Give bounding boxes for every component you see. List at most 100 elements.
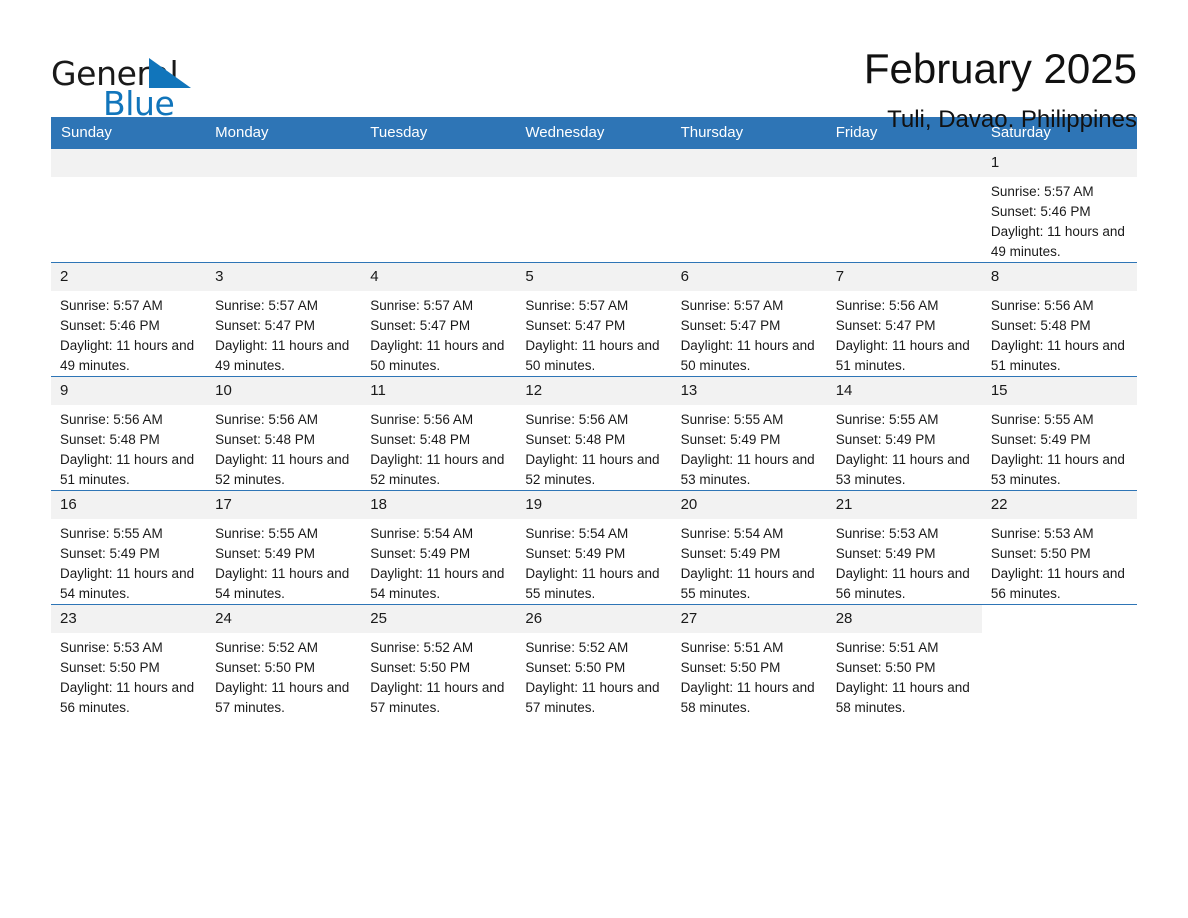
sunrise-text: Sunrise: 5:57 AM bbox=[370, 298, 474, 313]
daylight-text: Daylight: 11 hours and 50 minutes. bbox=[680, 338, 815, 373]
calendar-day-cell[interactable]: 9 Sunrise: 5:56 AM Sunset: 5:48 PM Daylight… bbox=[51, 376, 207, 491]
calendar-day-cell[interactable]: 24 Sunrise: 5:52 AM Sunset: 5:50 PM Dayligh… bbox=[206, 604, 362, 718]
sunset-text: Sunset: 5:47 PM bbox=[370, 318, 471, 333]
sunset-text: Sunset: 5:48 PM bbox=[215, 432, 315, 447]
weekday-header-tuesday: Tuesday bbox=[361, 117, 517, 149]
calendar-day-cell[interactable]: 13 Sunrise: 5:55 AM Sunset: 5:49 PM Dayligh… bbox=[671, 376, 827, 491]
sunset-text: Sunset: 5:49 PM bbox=[60, 546, 160, 561]
sunset-text: Sunset: 5:46 PM bbox=[60, 318, 160, 333]
daylight-text: Daylight: 11 hours and 53 minutes. bbox=[835, 452, 970, 487]
daylight-text: Daylight: 11 hours and 49 minutes. bbox=[215, 338, 350, 373]
daylight-text: Daylight: 11 hours and 58 minutes. bbox=[680, 680, 815, 715]
calendar-day-cell[interactable]: 23 Sunrise: 5:53 AM Sunset: 5:50 PM Dayligh… bbox=[51, 604, 207, 718]
calendar-day-cell[interactable]: 17 Sunrise: 5:55 AM Sunset: 5:49 PM Dayligh… bbox=[206, 490, 362, 605]
calendar-day-cell[interactable]: 6 Sunrise: 5:57 AM Sunset: 5:47 PM Daylight… bbox=[671, 262, 827, 377]
page-header: General Blue February 2025 Tuli, Davao, … bbox=[51, 0, 1137, 133]
calendar-cell-empty bbox=[361, 148, 517, 263]
sunrise-text: Sunrise: 5:52 AM bbox=[525, 640, 629, 655]
calendar-day-cell[interactable]: 26 Sunrise: 5:52 AM Sunset: 5:50 PM Dayligh… bbox=[516, 604, 672, 718]
sunrise-text: Sunrise: 5:57 AM bbox=[680, 298, 784, 313]
sunset-text: Sunset: 5:49 PM bbox=[990, 432, 1091, 447]
sunset-text: Sunset: 5:48 PM bbox=[990, 318, 1091, 333]
sunset-text: Sunset: 5:50 PM bbox=[835, 660, 936, 675]
daylight-text: Daylight: 11 hours and 57 minutes. bbox=[215, 680, 350, 715]
day-number: 21 bbox=[826, 491, 982, 519]
sunset-text: Sunset: 5:48 PM bbox=[525, 432, 626, 447]
general-blue-logo[interactable]: General Blue bbox=[51, 44, 201, 123]
sunset-text: Sunset: 5:49 PM bbox=[835, 546, 936, 561]
day-number: 25 bbox=[361, 605, 517, 633]
daylight-text: Daylight: 11 hours and 54 minutes. bbox=[60, 566, 195, 601]
calendar-day-cell[interactable]: 4 Sunrise: 5:57 AM Sunset: 5:47 PM Daylight… bbox=[361, 262, 517, 377]
calendar-day-cell[interactable]: 15 Sunrise: 5:55 AM Sunset: 5:49 PM Dayligh… bbox=[981, 376, 1137, 491]
sunrise-text: Sunrise: 5:56 AM bbox=[215, 412, 318, 427]
day-number: 28 bbox=[826, 605, 982, 633]
calendar-day-cell[interactable]: 8 Sunrise: 5:56 AM Sunset: 5:48 PM Daylight… bbox=[981, 262, 1137, 377]
calendar-day-cell[interactable]: 10 Sunrise: 5:56 AM Sunset: 5:48 PM Dayligh… bbox=[206, 376, 362, 491]
sunset-text: Sunset: 5:50 PM bbox=[370, 660, 471, 675]
calendar-day-cell[interactable]: 7 Sunrise: 5:56 AM Sunset: 5:47 PM Daylight… bbox=[826, 262, 982, 377]
day-number: 15 bbox=[981, 377, 1137, 405]
calendar-day-cell[interactable]: 20 Sunrise: 5:54 AM Sunset: 5:49 PM Dayligh… bbox=[671, 490, 827, 605]
calendar-day-cell[interactable]: 27 Sunrise: 5:51 AM Sunset: 5:50 PM Dayligh… bbox=[671, 604, 827, 718]
calendar-cell-empty bbox=[516, 148, 672, 263]
calendar-cell-empty bbox=[981, 604, 1137, 718]
day-sun-info: Sunrise: 5:56 AM Sunset: 5:48 PM Daylight:… bbox=[516, 405, 671, 490]
sunset-text: Sunset: 5:50 PM bbox=[990, 546, 1091, 561]
calendar-day-cell[interactable]: 22 Sunrise: 5:53 AM Sunset: 5:50 PM Dayligh… bbox=[981, 490, 1137, 605]
day-number: 26 bbox=[516, 605, 672, 633]
sunrise-text: Sunrise: 5:53 AM bbox=[835, 526, 939, 541]
day-sun-info: Sunrise: 5:54 AM Sunset: 5:49 PM Daylight:… bbox=[672, 519, 827, 604]
day-number: 19 bbox=[516, 491, 672, 519]
daylight-text: Daylight: 11 hours and 56 minutes. bbox=[990, 566, 1125, 601]
calendar-day-cell[interactable]: 28 Sunrise: 5:51 AM Sunset: 5:50 PM Dayligh… bbox=[826, 604, 982, 718]
day-number: 23 bbox=[51, 605, 207, 633]
calendar-day-cell[interactable]: 2 Sunrise: 5:57 AM Sunset: 5:46 PM Daylight… bbox=[51, 262, 207, 377]
day-sun-info: Sunrise: 5:55 AM Sunset: 5:49 PM Daylight:… bbox=[982, 405, 1137, 490]
daylight-text: Daylight: 11 hours and 49 minutes. bbox=[990, 224, 1125, 259]
sunset-text: Sunset: 5:48 PM bbox=[60, 432, 160, 447]
calendar-day-cell[interactable]: 11 Sunrise: 5:56 AM Sunset: 5:48 PM Dayligh… bbox=[361, 376, 517, 491]
sunrise-text: Sunrise: 5:56 AM bbox=[60, 412, 163, 427]
day-number: 12 bbox=[516, 377, 672, 405]
day-number: 27 bbox=[671, 605, 827, 633]
day-number: 17 bbox=[206, 491, 362, 519]
day-sun-info: Sunrise: 5:56 AM Sunset: 5:48 PM Daylight:… bbox=[206, 405, 361, 490]
calendar-day-cell[interactable]: 18 Sunrise: 5:54 AM Sunset: 5:49 PM Dayligh… bbox=[361, 490, 517, 605]
sunrise-text: Sunrise: 5:54 AM bbox=[525, 526, 629, 541]
sunset-text: Sunset: 5:49 PM bbox=[680, 546, 781, 561]
day-sun-info: Sunrise: 5:52 AM Sunset: 5:50 PM Daylight:… bbox=[516, 633, 671, 718]
day-number: 22 bbox=[981, 491, 1137, 519]
day-sun-info: Sunrise: 5:51 AM Sunset: 5:50 PM Daylight:… bbox=[672, 633, 827, 718]
calendar-day-cell[interactable]: 5 Sunrise: 5:57 AM Sunset: 5:47 PM Daylight… bbox=[516, 262, 672, 377]
day-number: 4 bbox=[361, 263, 517, 291]
calendar-day-cell[interactable]: 12 Sunrise: 5:56 AM Sunset: 5:48 PM Dayligh… bbox=[516, 376, 672, 491]
daylight-text: Daylight: 11 hours and 56 minutes. bbox=[60, 680, 195, 715]
day-sun-info: Sunrise: 5:55 AM Sunset: 5:49 PM Daylight:… bbox=[672, 405, 827, 490]
sunrise-text: Sunrise: 5:51 AM bbox=[680, 640, 784, 655]
calendar-day-cell[interactable]: 19 Sunrise: 5:54 AM Sunset: 5:49 PM Dayligh… bbox=[516, 490, 672, 605]
sunrise-text: Sunrise: 5:55 AM bbox=[680, 412, 784, 427]
sunset-text: Sunset: 5:50 PM bbox=[525, 660, 626, 675]
day-sun-info: Sunrise: 5:53 AM Sunset: 5:50 PM Daylight:… bbox=[982, 519, 1137, 604]
calendar-cell-empty bbox=[206, 148, 362, 263]
sunrise-text: Sunrise: 5:57 AM bbox=[525, 298, 629, 313]
day-sun-info: Sunrise: 5:57 AM Sunset: 5:47 PM Daylight:… bbox=[206, 291, 361, 376]
day-number bbox=[206, 149, 362, 177]
sunset-text: Sunset: 5:49 PM bbox=[680, 432, 781, 447]
day-number: 20 bbox=[671, 491, 827, 519]
sunset-text: Sunset: 5:49 PM bbox=[370, 546, 471, 561]
day-sun-info: Sunrise: 5:57 AM Sunset: 5:47 PM Daylight:… bbox=[361, 291, 516, 376]
calendar-day-cell[interactable]: 16 Sunrise: 5:55 AM Sunset: 5:49 PM Dayligh… bbox=[51, 490, 207, 605]
calendar-week-row: 16 Sunrise: 5:55 AM Sunset: 5:49 PM Dayligh… bbox=[51, 490, 1137, 605]
calendar-day-cell[interactable]: 14 Sunrise: 5:55 AM Sunset: 5:49 PM Dayligh… bbox=[826, 376, 982, 491]
calendar-day-cell[interactable]: 21 Sunrise: 5:53 AM Sunset: 5:49 PM Dayligh… bbox=[826, 490, 982, 605]
day-sun-info: Sunrise: 5:54 AM Sunset: 5:49 PM Daylight:… bbox=[361, 519, 516, 604]
sunset-text: Sunset: 5:47 PM bbox=[835, 318, 936, 333]
calendar-day-cell[interactable]: 3 Sunrise: 5:57 AM Sunset: 5:47 PM Daylight… bbox=[206, 262, 362, 377]
daylight-text: Daylight: 11 hours and 55 minutes. bbox=[525, 566, 660, 601]
calendar-day-cell[interactable]: 25 Sunrise: 5:52 AM Sunset: 5:50 PM Dayligh… bbox=[361, 604, 517, 718]
calendar-day-cell[interactable]: 1 Sunrise: 5:57 AM Sunset: 5:46 PM Daylight… bbox=[981, 148, 1137, 263]
day-sun-info: Sunrise: 5:55 AM Sunset: 5:49 PM Daylight:… bbox=[827, 405, 982, 490]
calendar-cell-empty bbox=[671, 148, 827, 263]
